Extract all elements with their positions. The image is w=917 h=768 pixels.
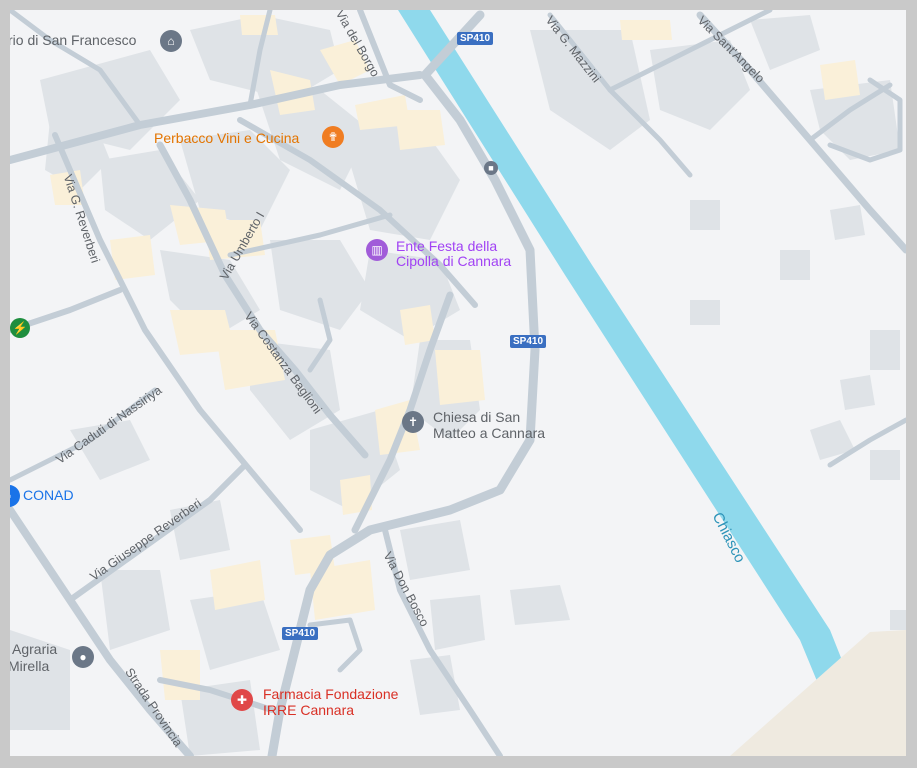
poi-chiesa-line1[interactable]: Chiesa di San (433, 410, 520, 425)
restaurant-icon[interactable]: ✟ (322, 126, 344, 148)
poi-agraria-line1[interactable]: Agraria (12, 642, 57, 657)
road-shield-sp410-north: SP410 (457, 32, 494, 45)
museum-icon[interactable]: ⌂ (160, 30, 182, 52)
poi-san-francesco-label[interactable]: rio di San Francesco (10, 33, 136, 48)
map-viewport[interactable]: rio di San Francesco ⌂ Perbacco Vini e C… (10, 10, 906, 756)
church-icon[interactable]: ✝ (402, 411, 424, 433)
ev-charging-icon[interactable]: ⚡ (10, 318, 30, 338)
bus-stop-icon[interactable]: ■ (484, 161, 498, 175)
poi-farmacia-line1[interactable]: Farmacia Fondazione (263, 687, 398, 702)
poi-conad-label[interactable]: CONAD (23, 488, 74, 503)
shop-icon[interactable]: ● (72, 646, 94, 668)
poi-ente-festa-line2[interactable]: Cipolla di Cannara (396, 254, 511, 269)
road-shield-sp410-mid: SP410 (510, 335, 547, 348)
poi-agraria-line2[interactable]: Mirella (10, 659, 49, 674)
poi-chiesa-line2[interactable]: Matteo a Cannara (433, 426, 545, 441)
road-shield-sp410-south: SP410 (282, 627, 319, 640)
landmark-icon[interactable]: ▥ (366, 239, 388, 261)
poi-farmacia-line2[interactable]: IRRE Cannara (263, 703, 354, 718)
poi-perbacco-label[interactable]: Perbacco Vini e Cucina (154, 131, 299, 146)
map-canvas[interactable] (10, 10, 906, 756)
poi-ente-festa-line1[interactable]: Ente Festa della (396, 239, 497, 254)
pharmacy-icon[interactable]: ✚ (231, 689, 253, 711)
